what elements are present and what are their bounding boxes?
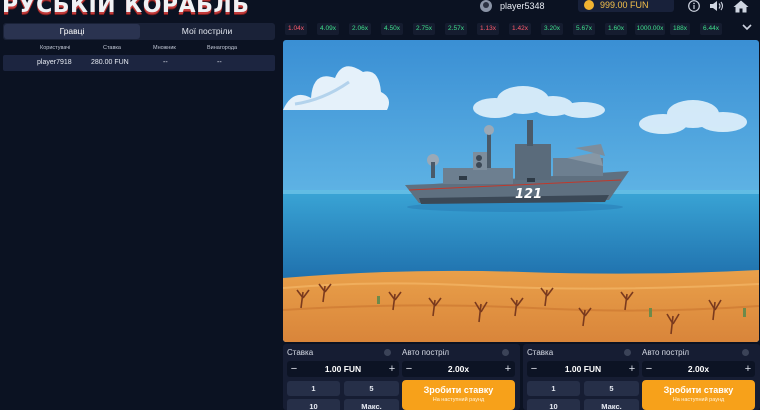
username: player5348 xyxy=(500,1,545,11)
stake-toggle[interactable] xyxy=(624,349,631,356)
auto-shot-toggle[interactable] xyxy=(742,349,749,356)
col-bet: Ставка xyxy=(103,45,121,51)
place-bet-sublabel: На наступний раунд xyxy=(432,397,485,403)
quick-bet-button[interactable]: 5 xyxy=(344,381,399,396)
quick-bet-button[interactable]: 10 xyxy=(527,399,580,410)
table-row: player7918 280.00 FUN -- -- xyxy=(3,55,275,71)
stake-increase-button[interactable]: + xyxy=(385,361,399,377)
stake-value[interactable]: 1.00 FUN xyxy=(301,361,385,377)
multiplier-chip: 2.57x xyxy=(445,23,467,35)
col-users: Користувачі xyxy=(40,45,71,51)
ship-number: 121 xyxy=(515,187,542,202)
col-reward: Винагорода xyxy=(207,45,238,51)
chevron-down-icon[interactable] xyxy=(739,22,755,34)
row-reward: -- xyxy=(217,59,222,66)
stake-decrease-button[interactable]: − xyxy=(287,361,301,377)
auto-shot-value[interactable]: 2.00x xyxy=(656,361,741,377)
info-icon[interactable] xyxy=(687,0,701,12)
user-icon[interactable] xyxy=(480,0,492,12)
game-logo: РУСЬКІЙ КОРАБЛЬ xyxy=(2,0,250,18)
tab-players[interactable]: Гравці xyxy=(4,24,140,39)
stake-decrease-button[interactable]: − xyxy=(527,361,541,377)
bet-panel-2: Ставка − 1.00 FUN + 1 5 10 Макс. Авто по… xyxy=(523,344,760,410)
stake-increase-button[interactable]: + xyxy=(625,361,639,377)
stake-stepper: − 1.00 FUN + xyxy=(287,361,399,377)
multiplier-chip: 5.67x xyxy=(573,23,595,35)
quick-bet-max-button[interactable]: Макс. xyxy=(344,399,399,410)
quick-bet-max-button[interactable]: Макс. xyxy=(584,399,639,410)
row-multiplier: -- xyxy=(163,59,168,66)
multiplier-chip: 4.09x xyxy=(317,23,339,35)
multiplier-chip: 1.60x xyxy=(605,23,627,35)
game-canvas: 121 xyxy=(283,40,759,342)
auto-shot-stepper: − 2.00x + xyxy=(642,361,755,377)
auto-decrease-button[interactable]: − xyxy=(402,361,416,377)
home-icon[interactable] xyxy=(733,0,749,13)
players-panel: Гравці Мої постріли Користувачі Ставка М… xyxy=(0,20,280,410)
quick-bet-button[interactable]: 1 xyxy=(287,381,340,396)
players-table-header: Користувачі Ставка Множник Винагорода xyxy=(3,41,275,55)
top-header: РУСЬКІЙ КОРАБЛЬ player5348 999.00 FUN xyxy=(0,0,760,20)
stake-toggle[interactable] xyxy=(384,349,391,356)
auto-shot-value[interactable]: 2.00x xyxy=(416,361,501,377)
place-bet-button[interactable]: Зробити ставку На наступний раунд xyxy=(402,380,515,410)
auto-decrease-button[interactable]: − xyxy=(642,361,656,377)
tab-my-shots[interactable]: Мої постріли xyxy=(140,24,274,39)
auto-shot-stepper: − 2.00x + xyxy=(402,361,515,377)
stake-label: Ставка xyxy=(527,348,554,357)
coin-icon xyxy=(584,0,594,10)
place-bet-label: Зробити ставку xyxy=(423,385,494,395)
multiplier-chip: 6.44x xyxy=(700,23,722,35)
quick-bet-button[interactable]: 1 xyxy=(527,381,580,396)
quick-bet-button[interactable]: 10 xyxy=(287,399,340,410)
row-bet: 280.00 FUN xyxy=(91,59,129,66)
multiplier-chip: 1.13x xyxy=(477,23,499,35)
multiplier-chip: 188x xyxy=(670,23,690,35)
players-tabs: Гравці Мої постріли xyxy=(3,23,275,40)
stake-label: Ставка xyxy=(287,348,314,357)
quick-bet-button[interactable]: 5 xyxy=(584,381,639,396)
multiplier-chip: 1000.00x xyxy=(635,23,665,35)
multiplier-chip: 1.42x xyxy=(509,23,531,35)
stake-stepper: − 1.00 FUN + xyxy=(527,361,639,377)
auto-increase-button[interactable]: + xyxy=(741,361,755,377)
place-bet-button[interactable]: Зробити ставку На наступний раунд xyxy=(642,380,755,410)
stake-value[interactable]: 1.00 FUN xyxy=(541,361,625,377)
place-bet-sublabel: На наступний раунд xyxy=(672,397,725,403)
multiplier-chip: 2.06x xyxy=(349,23,371,35)
multiplier-chip: 1.04x xyxy=(285,23,307,35)
balance-value: 999.00 FUN xyxy=(600,0,649,10)
bet-panel-1: Ставка − 1.00 FUN + 1 5 10 Макс. Авто по… xyxy=(283,344,520,410)
balance-display: 999.00 FUN xyxy=(578,0,674,12)
place-bet-label: Зробити ставку xyxy=(663,385,734,395)
row-user: player7918 xyxy=(37,59,72,66)
multiplier-chip: 3.20x xyxy=(541,23,563,35)
auto-shot-label: Авто постріл xyxy=(402,348,449,357)
auto-shot-label: Авто постріл xyxy=(642,348,689,357)
sound-icon[interactable] xyxy=(709,0,724,12)
multiplier-history: 1.04x 4.09x 2.06x 4.50x 2.75x 2.57x 1.13… xyxy=(283,20,760,38)
multiplier-chip: 2.75x xyxy=(413,23,435,35)
multiplier-chip: 4.50x xyxy=(381,23,403,35)
col-multiplier: Множник xyxy=(153,45,176,51)
auto-increase-button[interactable]: + xyxy=(501,361,515,377)
auto-shot-toggle[interactable] xyxy=(502,349,509,356)
game-scene: 121 xyxy=(283,40,759,342)
